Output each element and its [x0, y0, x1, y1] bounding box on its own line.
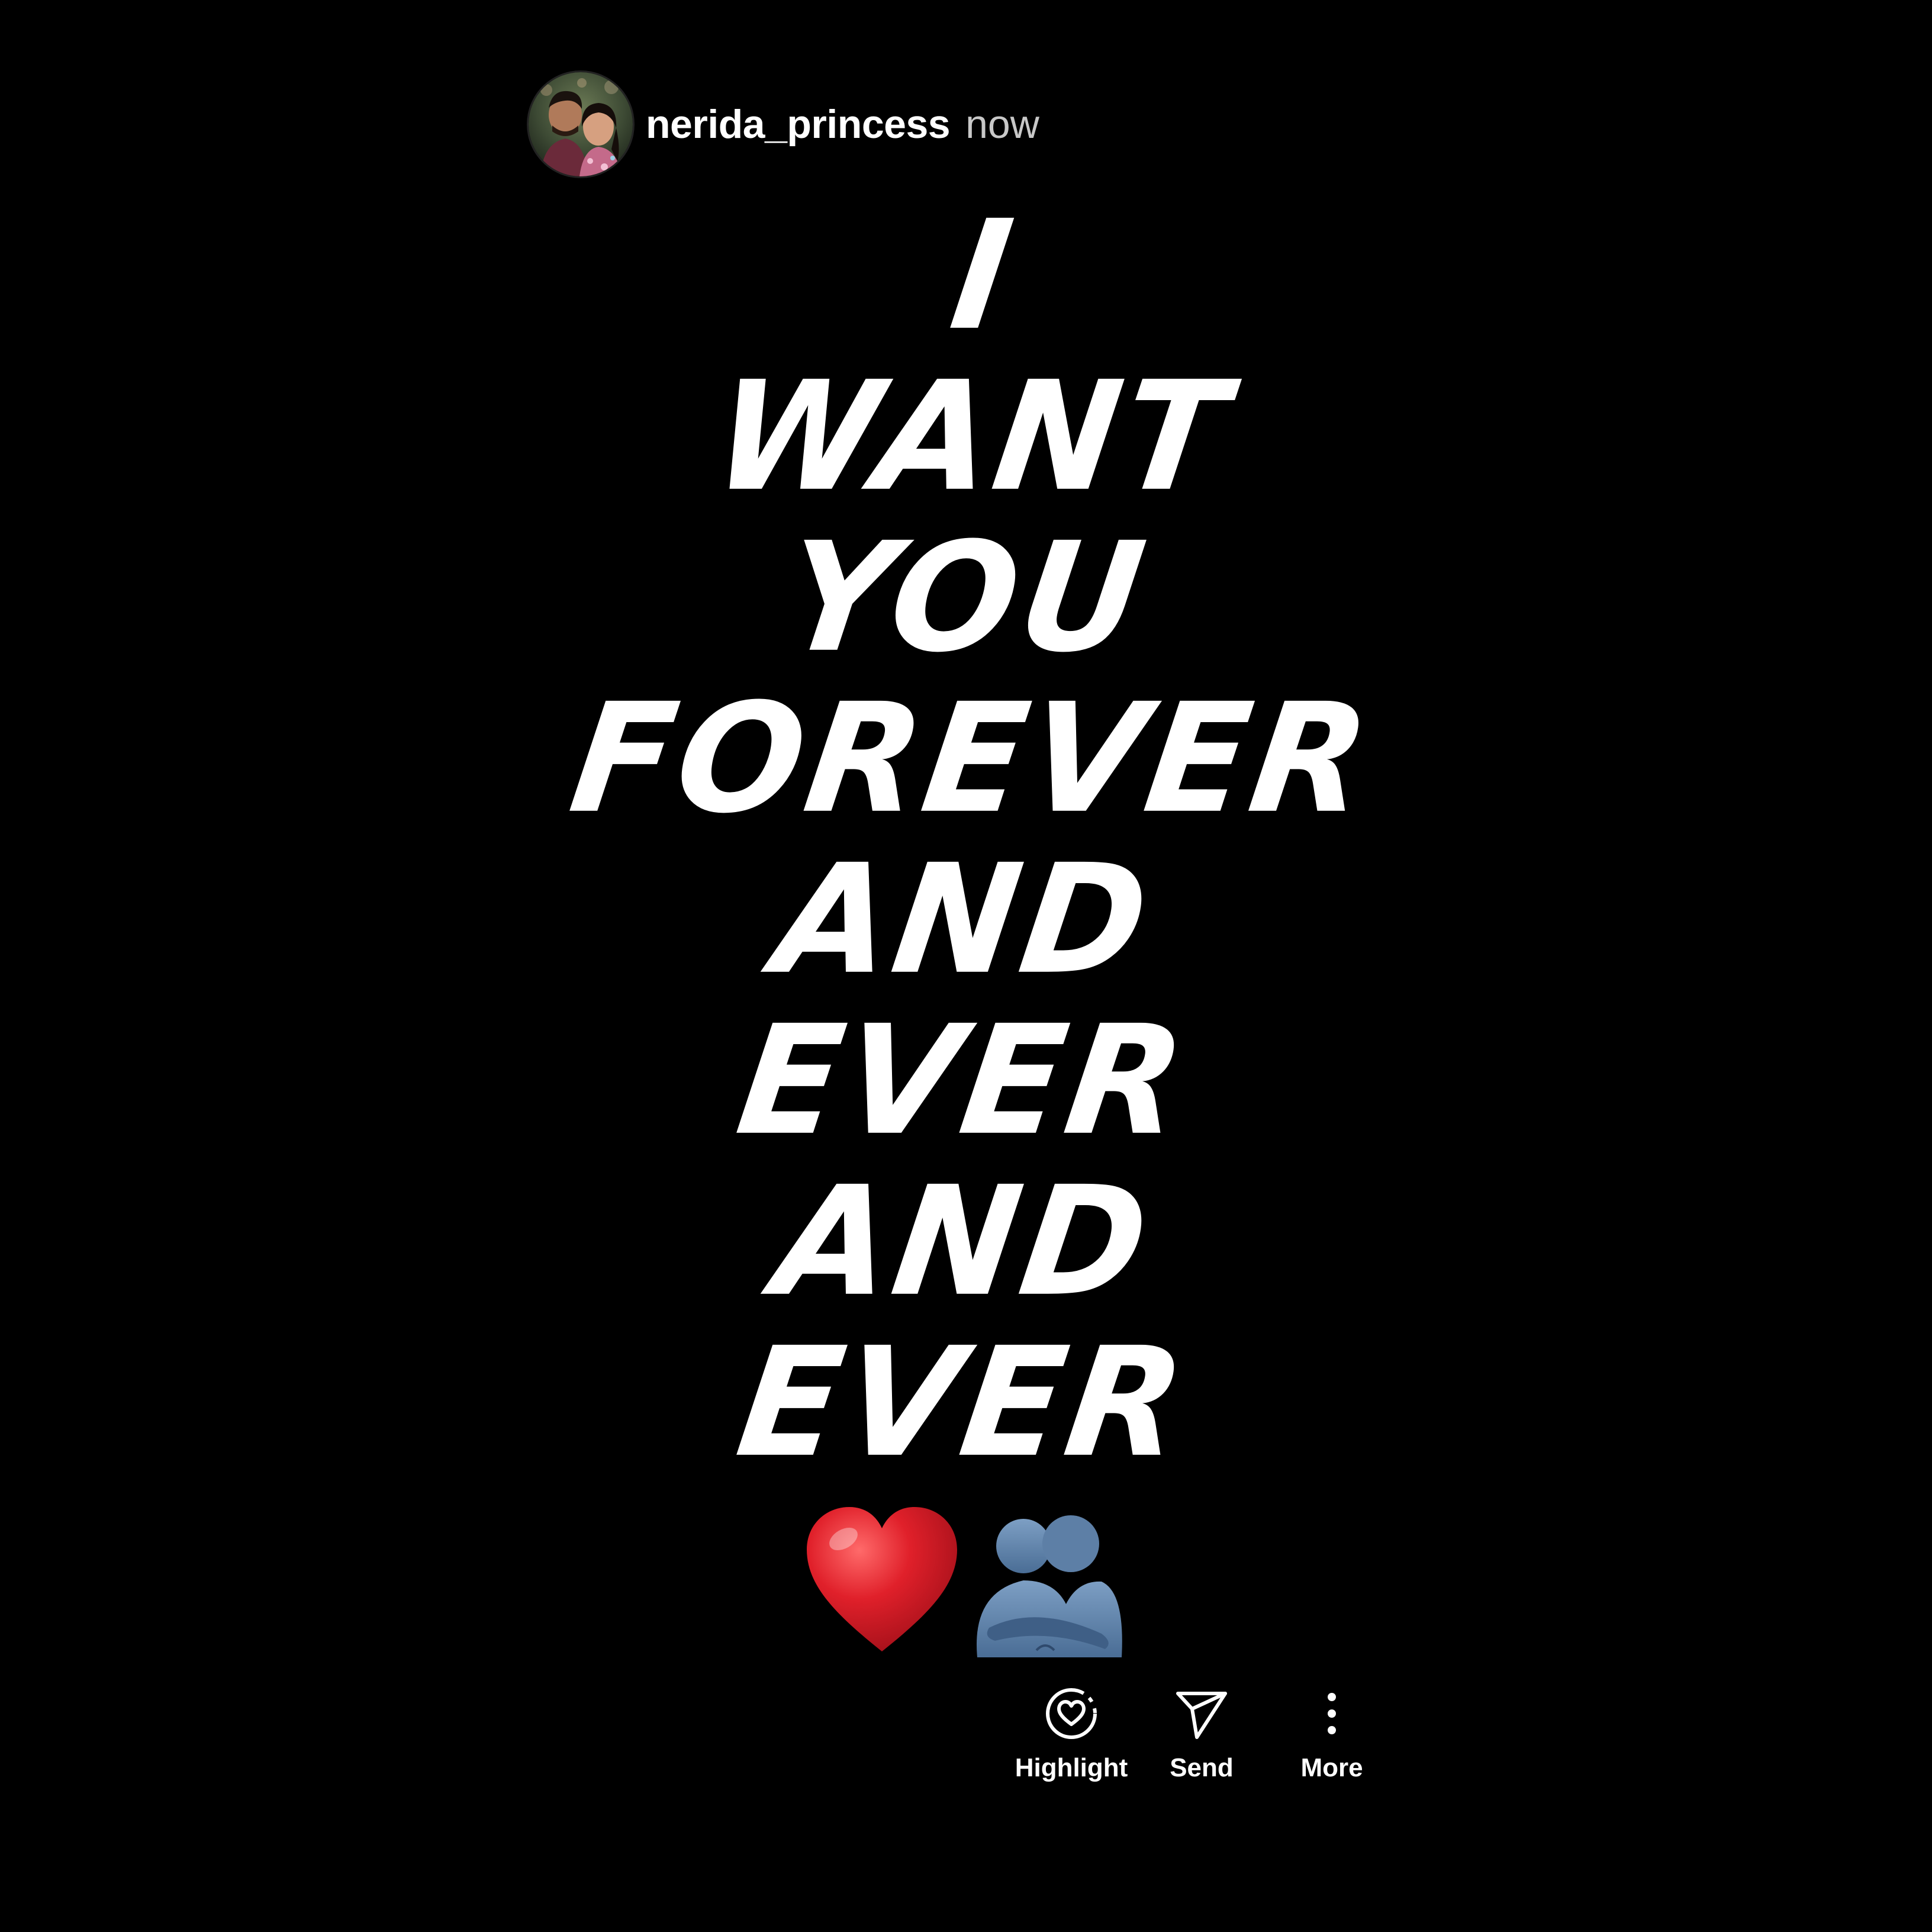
story-text-line: EVER	[728, 993, 1198, 1168]
story-text-line: AND	[765, 832, 1161, 1007]
timestamp: now	[965, 102, 1039, 147]
highlight-icon	[1039, 1681, 1104, 1746]
more-button[interactable]: More	[1267, 1681, 1397, 1783]
story-text-line: WANT	[704, 349, 1240, 524]
send-button[interactable]: Send	[1136, 1681, 1267, 1783]
story-text-line: I	[942, 188, 1026, 363]
story-header: nerida_princess now	[529, 71, 1039, 178]
highlight-label: Highlight	[1015, 1753, 1128, 1782]
send-label: Send	[1170, 1753, 1234, 1782]
story-text: I WANT YOU FOREVER AND EVER AND EVER	[0, 188, 1932, 1490]
username[interactable]: nerida_princess	[646, 101, 951, 147]
avatar[interactable]	[529, 72, 633, 176]
more-label: More	[1300, 1753, 1363, 1782]
highlight-button[interactable]: Highlight	[1006, 1681, 1136, 1783]
story-action-bar: Highlight Send More	[1006, 1681, 1397, 1783]
emoji-row	[802, 1503, 1131, 1657]
send-icon	[1169, 1681, 1234, 1746]
story-text-line: AND	[765, 1154, 1161, 1329]
avatar-photo	[529, 72, 633, 176]
more-vertical-icon	[1299, 1681, 1364, 1746]
story-text-line: EVER	[728, 1315, 1198, 1490]
story-text-line: YOU	[774, 510, 1158, 685]
story-text-line: FOREVER	[561, 671, 1383, 846]
people-hugging-emoji	[976, 1515, 1122, 1657]
red-heart-emoji	[807, 1507, 957, 1651]
